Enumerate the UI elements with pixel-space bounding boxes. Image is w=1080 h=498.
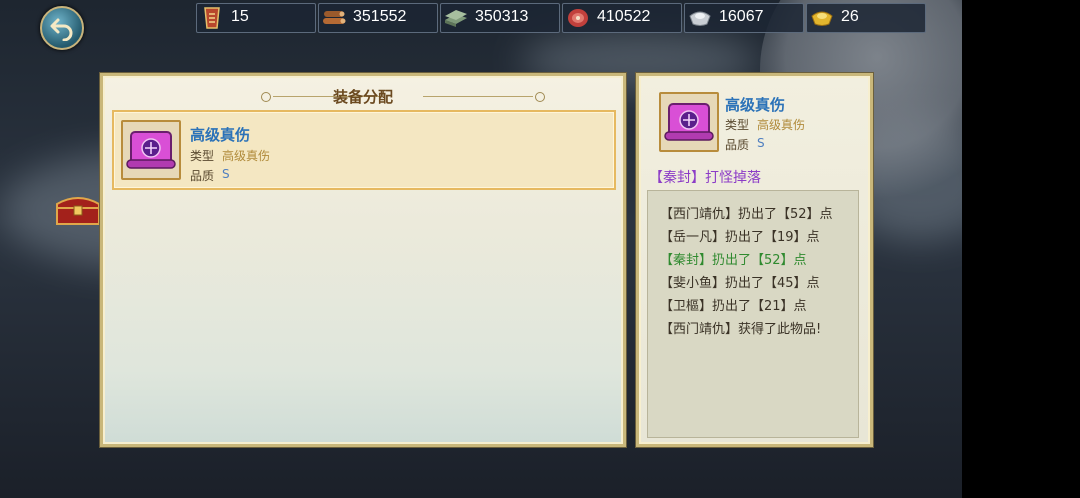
- resource-wood[interactable]: 351552: [318, 3, 438, 33]
- quality-label: 品质: [190, 169, 215, 183]
- resource-silver[interactable]: 16067: [684, 3, 804, 33]
- log-line: 【秦封】扔出了【52】点: [660, 253, 807, 268]
- title-divider: [423, 96, 533, 97]
- stone-icon: [445, 10, 467, 27]
- silver-icon: [689, 11, 711, 26]
- equipment-item-row[interactable]: 高级真伤 类型 高级真伤 品质 S: [112, 110, 616, 190]
- treasure-chest-icon[interactable]: [55, 190, 101, 228]
- resource-value: 16067: [719, 8, 764, 25]
- log-line: 【卫樞】扔出了【21】点: [660, 299, 807, 314]
- quality-label: 品质: [725, 138, 750, 152]
- log-line: 【斐小鱼】扔出了【45】点: [660, 276, 820, 291]
- resource-value: 15: [231, 8, 249, 25]
- screen-edge: [962, 0, 1080, 498]
- quality-value: S: [757, 136, 765, 150]
- type-value: 高级真伤: [757, 118, 806, 132]
- item-detail-panel: 高级真伤 类型 高级真伤 品质 S 【秦封】打怪掉落 【西门靖仇】扔出了【52】…: [636, 73, 873, 447]
- scroll-icon: [659, 92, 719, 152]
- rank-badge-icon: [204, 7, 220, 29]
- resource-meat[interactable]: 410522: [562, 3, 682, 33]
- resource-gold[interactable]: 26: [806, 3, 926, 33]
- resource-stone[interactable]: 350313: [440, 3, 560, 33]
- resource-value: 410522: [597, 8, 651, 25]
- back-arrow-icon: [50, 18, 73, 41]
- equipment-allocation-panel: 装备分配 高级真伤 类型 高级真伤 品质 S: [100, 73, 626, 447]
- panel-title: 装备分配: [332, 88, 393, 106]
- title-ornament: [535, 92, 545, 102]
- resource-value: 350313: [475, 8, 529, 25]
- item-name: 高级真伤: [190, 126, 251, 144]
- resource-value: 26: [841, 8, 859, 25]
- log-line: 【岳一凡】扔出了【19】点: [660, 230, 820, 245]
- scroll-icon: [121, 120, 181, 180]
- back-button[interactable]: [40, 6, 84, 50]
- item-name: 高级真伤: [725, 96, 786, 114]
- type-label: 类型: [725, 118, 750, 132]
- roll-log: 【西门靖仇】扔出了【52】点 【岳一凡】扔出了【19】点 【秦封】扔出了【52】…: [647, 190, 859, 438]
- wood-icon: [323, 11, 346, 24]
- meat-icon: [568, 9, 588, 27]
- gold-ingot-icon: [811, 11, 833, 26]
- quality-value: S: [222, 167, 230, 181]
- resource-value: 351552: [353, 8, 407, 25]
- drop-source-text: 【秦封】打怪掉落: [649, 170, 761, 186]
- log-line: 【西门靖仇】获得了此物品!: [660, 322, 822, 337]
- resource-rank[interactable]: 15: [196, 3, 316, 33]
- type-label: 类型: [190, 149, 215, 163]
- type-value: 高级真伤: [222, 149, 271, 163]
- log-line: 【西门靖仇】扔出了【52】点: [660, 207, 833, 222]
